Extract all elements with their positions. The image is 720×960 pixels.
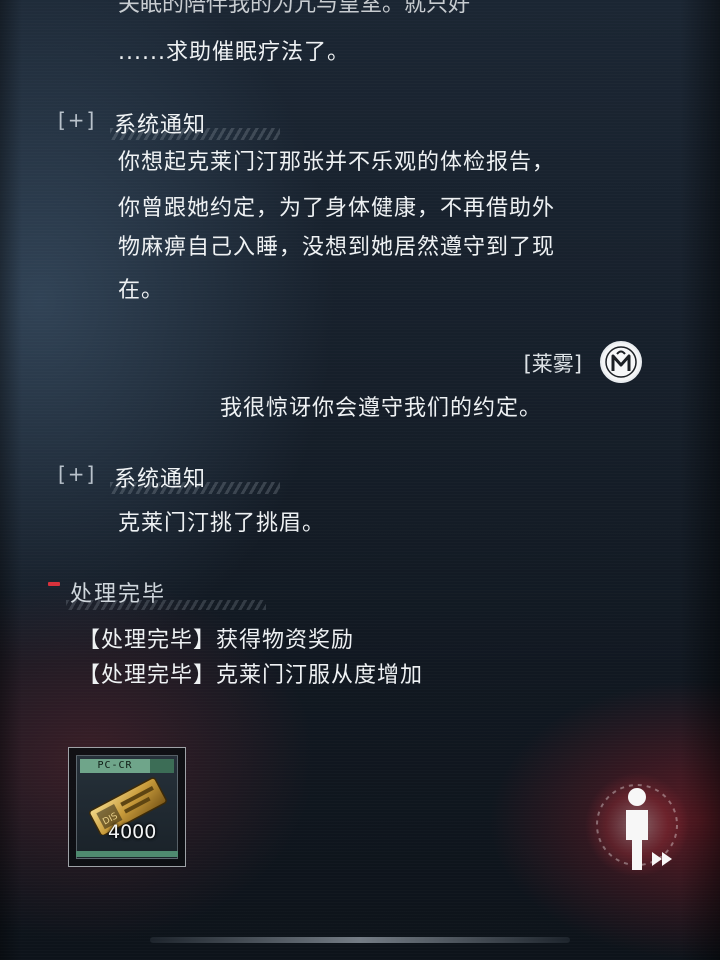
auto-play-button[interactable] (582, 770, 692, 880)
dialogue-line-partial: 关眠的陪伴我的为亢与皇室。就只好 (118, 0, 471, 17)
expand-bracket: [+] (58, 108, 97, 132)
system-notice-label: 系统通知 (114, 113, 207, 138)
system-notice-header: [+] 系统通知 (58, 462, 280, 496)
expand-bracket: [+] (58, 462, 97, 486)
red-marker (48, 582, 60, 586)
result-item: 【处理完毕】克莱门汀服从度增加 (78, 663, 424, 688)
dialogue-line: ......求助催眠疗法了。 (118, 40, 350, 65)
reward-item-card[interactable]: PC-CR DIS 4000 (68, 747, 186, 867)
speaker-name: [莱雾] (523, 352, 582, 376)
system-notice-header: [+] 系统通知 (58, 108, 280, 142)
reward-rarity-bar (76, 851, 178, 857)
result-item: 【处理完毕】获得物资奖励 (78, 628, 355, 653)
system-notice-line: 你想起克莱门汀那张并不乐观的体检报告， (118, 150, 556, 175)
system-notice-line: 在。 (118, 278, 165, 303)
result-title: 处理完毕 (70, 582, 167, 607)
m-emblem-icon (600, 341, 642, 383)
auto-play-icon (585, 773, 689, 877)
system-notice-line: 物麻痹自己入睡，没想到她居然遵守到了现 (118, 235, 556, 260)
system-notice-label: 系统通知 (114, 467, 207, 492)
result-header: 处理完毕 (48, 576, 308, 612)
reward-tag: PC-CR (80, 759, 150, 773)
reward-quantity: 4000 (108, 821, 157, 843)
reward-tag-tail (150, 759, 174, 773)
speech-text: 我很惊讶你会遵守我们的约定。 (220, 396, 543, 421)
system-notice-line: 你曾跟她约定，为了身体健康，不再借助外 (118, 196, 556, 221)
left-frame-shadow (0, 0, 22, 960)
scrollbar[interactable] (150, 937, 570, 943)
system-notice-line: 克莱门汀挑了挑眉。 (118, 511, 326, 536)
